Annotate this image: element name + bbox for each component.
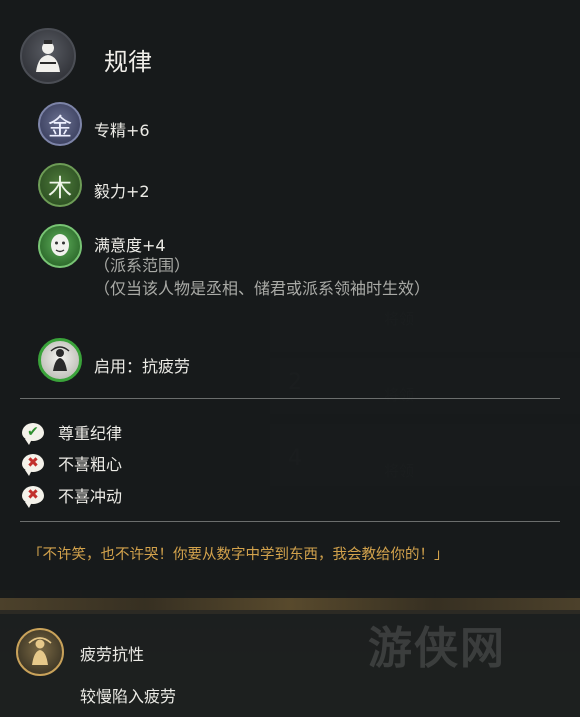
metal-glyph: 金 — [48, 112, 72, 141]
effect-condition-note: （仅当该人物是丞相、储君或派系领袖时生效） — [94, 279, 431, 298]
effect-label: 满意度+4 — [94, 236, 166, 255]
cross-bubble-icon: ✖ — [22, 454, 44, 476]
trait-tooltip: 规律 金 专精+6 木 毅力+2 满意度+4 （派系范围） （仅当该人物是丞相、… — [0, 0, 580, 598]
metal-element-icon: 金 — [38, 102, 82, 146]
effect-scope-note: （派系范围） — [94, 256, 191, 275]
site-watermark: 游侠网 — [368, 623, 506, 674]
trait-label: 不喜粗心 — [58, 455, 123, 474]
skill-title: 疲劳抗性 — [80, 645, 145, 664]
fatigue-resist-icon[interactable] — [16, 628, 64, 676]
trait-label: 不喜冲动 — [58, 487, 123, 506]
trait-dislike: ✖ 不喜冲动 — [22, 483, 123, 508]
scholar-portrait-icon — [20, 28, 76, 84]
trait-like: ✔ 尊重纪律 — [22, 420, 123, 445]
trait-title: 规律 — [104, 48, 152, 76]
check-bubble-icon: ✔ — [22, 423, 44, 445]
trait-dislike: ✖ 不喜粗心 — [22, 451, 123, 476]
satisfaction-face-icon — [38, 224, 82, 268]
skill-description: 较慢陷入疲劳 — [80, 687, 177, 706]
anti-fatigue-skill-icon — [38, 338, 82, 382]
character-quote: 「不许笑，也不许哭！你要从数字中学到东西，我会教给你的！」 — [28, 547, 449, 563]
effect-label: 毅力+2 — [94, 182, 150, 201]
effect-label: 启用：抗疲劳 — [94, 357, 191, 376]
wood-glyph: 木 — [48, 173, 72, 202]
trait-label: 尊重纪律 — [58, 424, 123, 443]
divider — [20, 398, 560, 399]
effect-label: 专精+6 — [94, 121, 150, 140]
cross-bubble-icon: ✖ — [22, 486, 44, 508]
wood-element-icon: 木 — [38, 163, 82, 207]
divider — [20, 521, 560, 522]
